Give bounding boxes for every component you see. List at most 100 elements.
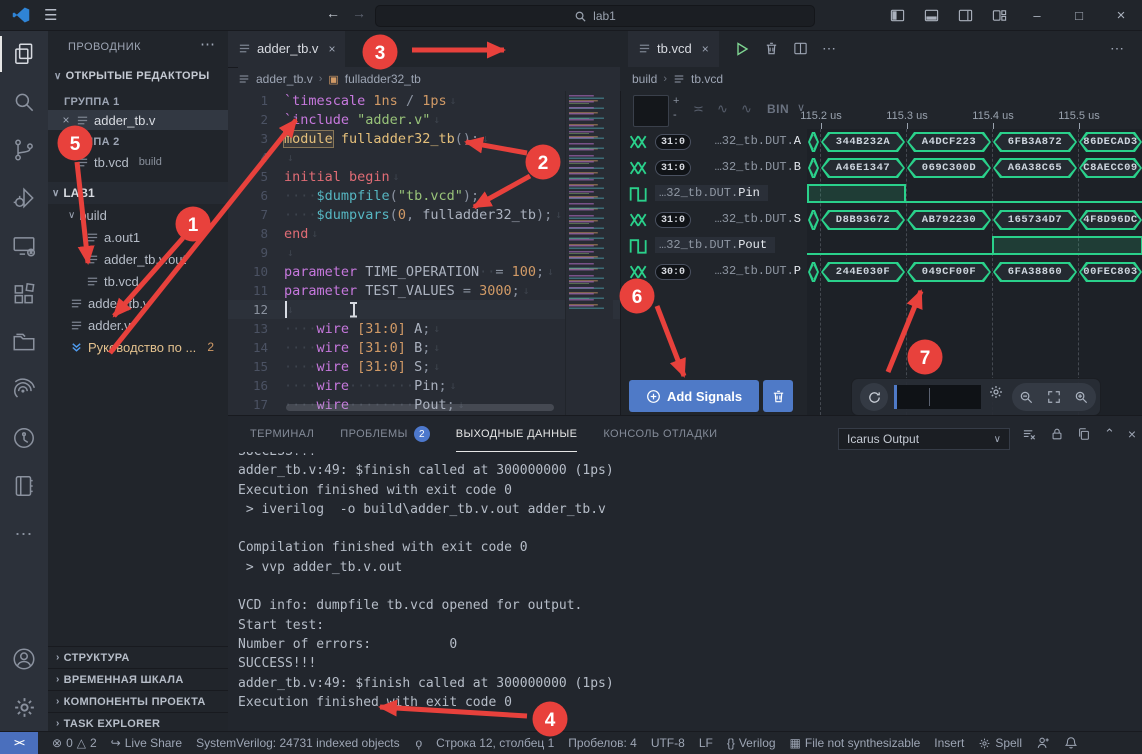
indentation-status[interactable]: Пробелов: 4 (568, 736, 637, 750)
code-line-12[interactable]: 12↓ (228, 300, 620, 319)
tree-item--[interactable]: Руководство по ...2 (48, 336, 228, 358)
activity-more[interactable]: ⋯ (0, 510, 48, 558)
toggle-secondary-sidebar-icon[interactable] (948, 0, 982, 30)
editor-breadcrumb[interactable]: adder_tb.v › ▣ fulladder32_tb (238, 67, 620, 91)
code-line-6[interactable]: 6····$dumpfile("tb.vcd");↓ (228, 186, 620, 205)
live-share-status[interactable]: ↪Live Share (111, 736, 182, 750)
wave-zoom-plus[interactable]: + (673, 96, 679, 106)
signal-row-p[interactable]: 30:0…32_tb.DUT.P (621, 259, 807, 285)
activity-espressif[interactable] (0, 366, 48, 414)
menu-icon[interactable]: ☰ (44, 6, 57, 24)
code-line-2[interactable]: 2`include "adder.v"↓ (228, 110, 620, 129)
clear-output-icon[interactable] (1022, 427, 1037, 442)
zoom-in-icon[interactable] (1074, 390, 1089, 405)
tree-item-adder-tb-v-out[interactable]: adder_tb.v.out (48, 248, 228, 270)
activity-source-control[interactable] (0, 126, 48, 174)
workspace-root-lab1[interactable]: ∨LAB1 (48, 182, 228, 204)
more-actions-icon[interactable]: ⋯ (1110, 40, 1124, 57)
code-line-16[interactable]: 16····wire········Pin;↓ (228, 376, 620, 395)
tree-item-tb-vcd[interactable]: tb.vcd (48, 270, 228, 292)
code-line-3[interactable]: 3module fulladder32_tb();↓ (228, 129, 620, 148)
port-status[interactable]: ϙ (415, 736, 422, 750)
code-line-5[interactable]: 5initial begin↓ (228, 167, 620, 186)
tab-adder-tb[interactable]: adder_tb.v× (228, 30, 345, 67)
add-signals-button[interactable]: Add Signals (629, 380, 759, 412)
close-icon[interactable]: × (702, 42, 709, 56)
trash-icon[interactable] (764, 41, 779, 56)
wave-bus-mode-icon[interactable]: ≍ (693, 101, 704, 117)
code-line-11[interactable]: 11parameter TEST_VALUES = 3000;↓ (228, 281, 620, 300)
activity-run-debug[interactable] (0, 174, 48, 222)
activity-remote-explorer[interactable] (0, 222, 48, 270)
activity-notebook[interactable] (0, 462, 48, 510)
code-line-13[interactable]: 13····wire [31:0] A;↓ (228, 319, 620, 338)
wave-analog2-mode-icon[interactable]: ∿ (741, 101, 752, 117)
close-icon[interactable]: × (58, 113, 74, 127)
wave-zoom-minus[interactable]: - (673, 110, 677, 120)
insert-mode-status[interactable]: Insert (934, 736, 964, 750)
signal-row-s[interactable]: 31:0…32_tb.DUT.S (621, 207, 807, 233)
account-button[interactable] (0, 635, 48, 683)
signal-row-pin[interactable]: …32_tb.DUT.Pin (621, 181, 807, 207)
nav-back-icon[interactable]: ← (326, 5, 340, 21)
tab-debug-console[interactable]: КОНСОЛЬ ОТЛАДКИ (603, 416, 717, 452)
sidebar-more-icon[interactable]: ⋯ (200, 35, 215, 53)
notifications-status[interactable] (1064, 736, 1078, 750)
section-структура[interactable]: ›СТРУКТУРА (48, 646, 228, 668)
code-line-10[interactable]: 10parameter TIME_OPERATION··= 100;↓ (228, 262, 620, 281)
output-content[interactable]: SUCCESS!!!adder_tb.v:49: $finish called … (238, 452, 1128, 732)
toggle-sidebar-icon[interactable] (880, 0, 914, 30)
split-editor-icon[interactable] (793, 41, 808, 56)
tree-item-adder-v[interactable]: adder.v (48, 314, 228, 336)
activity-explorer[interactable] (0, 30, 48, 78)
minimize-button[interactable]: – (1016, 0, 1058, 30)
encoding-status[interactable]: UTF-8 (651, 736, 685, 750)
maximize-button[interactable]: □ (1058, 0, 1100, 30)
close-button[interactable]: × (1100, 0, 1142, 30)
tab-output[interactable]: ВЫХОДНЫЕ ДАННЫЕ (456, 416, 578, 452)
layout-customize-icon[interactable] (982, 0, 1016, 30)
run-button-icon[interactable] (734, 41, 750, 57)
close-panel-icon[interactable]: × (1128, 426, 1136, 442)
language-status[interactable]: {}Verilog (727, 736, 776, 750)
code-line-8[interactable]: 8end↓ (228, 224, 620, 243)
open-editor-tbvcd[interactable]: × tb.vcd build (48, 152, 228, 172)
activity-search[interactable] (0, 78, 48, 126)
code-line-14[interactable]: 14····wire [31:0] B;↓ (228, 338, 620, 357)
wave-breadcrumb[interactable]: build › tb.vcd (620, 67, 1142, 91)
tree-item-adder-tb-v[interactable]: adder_tb.v (48, 292, 228, 314)
spell-status[interactable]: Spell (978, 736, 1022, 750)
wave-time-input[interactable] (894, 385, 981, 409)
horizontal-scrollbar[interactable] (286, 404, 554, 411)
wave-format-select[interactable]: BIN (767, 102, 789, 116)
code-line-1[interactable]: 1`timescale 1ns / 1ps↓ (228, 91, 620, 110)
tree-item-a-out1[interactable]: a.out1 (48, 226, 228, 248)
toggle-panel-icon[interactable] (914, 0, 948, 30)
code-editor[interactable]: 1`timescale 1ns / 1ps↓2`include "adder.v… (228, 91, 620, 415)
feedback-status[interactable] (1036, 736, 1050, 750)
wave-value-box[interactable] (633, 95, 669, 127)
signal-row-b[interactable]: 31:0…32_tb.DUT.B (621, 155, 807, 181)
tab-problems[interactable]: ПРОБЛЕМЫ2 (340, 416, 429, 452)
tab-tbvcd[interactable]: tb.vcd× (628, 30, 719, 67)
zoom-fit-icon[interactable] (1047, 390, 1061, 404)
open-editor-adder-tb[interactable]: × adder_tb.v (48, 110, 228, 130)
more-actions-icon[interactable]: ⋯ (822, 40, 836, 57)
close-icon[interactable]: × (328, 42, 335, 56)
wave-delete-button[interactable] (763, 380, 793, 412)
problems-status[interactable]: ⊗0 △2 (52, 736, 97, 750)
activity-timeline-clock[interactable] (0, 414, 48, 462)
synthesis-status[interactable]: ▦File not synthesizable (790, 736, 921, 750)
tab-terminal[interactable]: ТЕРМИНАЛ (250, 416, 314, 452)
eol-status[interactable]: LF (699, 736, 713, 750)
section-временная-шкала[interactable]: ›ВРЕМЕННАЯ ШКАЛА (48, 668, 228, 690)
open-editors-header[interactable]: ∨ОТКРЫТЫЕ РЕДАКТОРЫ (54, 70, 210, 82)
command-center-search[interactable]: lab1 (375, 5, 815, 27)
code-line-7[interactable]: 7····$dumpvars(0, fulladder32_tb);↓ (228, 205, 620, 224)
remote-indicator[interactable]: >< (0, 732, 38, 754)
cursor-position-status[interactable]: Строка 12, столбец 1 (436, 736, 554, 750)
zoom-out-icon[interactable] (1019, 390, 1034, 405)
indexer-status[interactable]: SystemVerilog: 24731 indexed objects (196, 736, 399, 750)
section-task-explorer[interactable]: ›TASK EXPLORER (48, 712, 228, 731)
code-line-15[interactable]: 15····wire [31:0] S;↓ (228, 357, 620, 376)
